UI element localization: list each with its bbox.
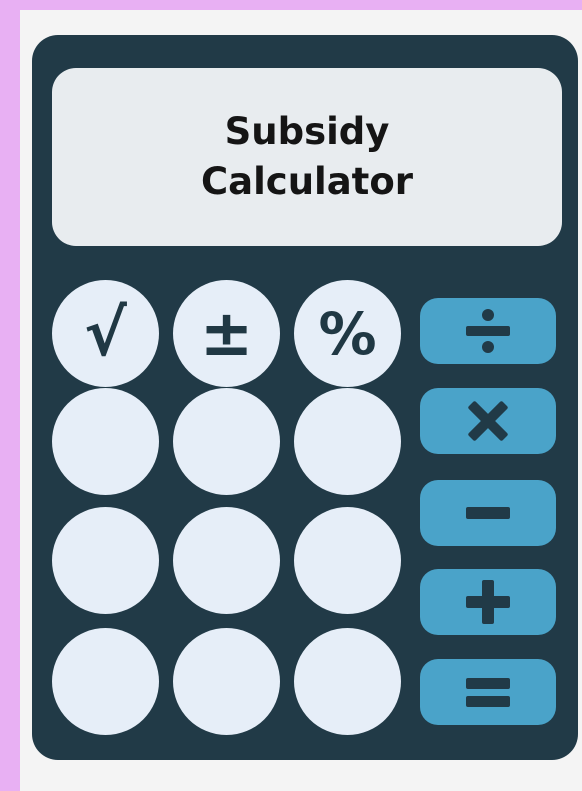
multiply-icon bbox=[468, 401, 508, 441]
divide-icon bbox=[466, 309, 510, 353]
minus-button[interactable] bbox=[420, 480, 556, 546]
equals-icon bbox=[466, 678, 510, 707]
display-title-line-2: Calculator bbox=[200, 160, 414, 203]
percent-icon: % bbox=[318, 299, 377, 368]
number-key[interactable] bbox=[52, 628, 159, 735]
number-key[interactable] bbox=[52, 507, 159, 614]
calculator-display: Subsidy Calculator bbox=[52, 68, 562, 246]
plus-button[interactable] bbox=[420, 569, 556, 635]
equals-button[interactable] bbox=[420, 659, 556, 725]
divide-button[interactable] bbox=[420, 298, 556, 364]
number-key[interactable] bbox=[173, 388, 280, 495]
number-key[interactable] bbox=[294, 628, 401, 735]
plus-minus-key[interactable]: ± bbox=[173, 280, 280, 387]
plus-minus-icon: ± bbox=[199, 296, 254, 371]
number-key[interactable] bbox=[294, 507, 401, 614]
multiply-button[interactable] bbox=[420, 388, 556, 454]
number-key[interactable] bbox=[173, 507, 280, 614]
number-key[interactable] bbox=[173, 628, 280, 735]
square-root-icon: √ bbox=[84, 296, 127, 371]
minus-icon bbox=[466, 507, 510, 519]
square-root-key[interactable]: √ bbox=[52, 280, 159, 387]
percent-key[interactable]: % bbox=[294, 280, 401, 387]
number-key[interactable] bbox=[52, 388, 159, 495]
display-title-line-1: Subsidy bbox=[224, 110, 390, 153]
plus-icon bbox=[466, 580, 510, 624]
number-key[interactable] bbox=[294, 388, 401, 495]
